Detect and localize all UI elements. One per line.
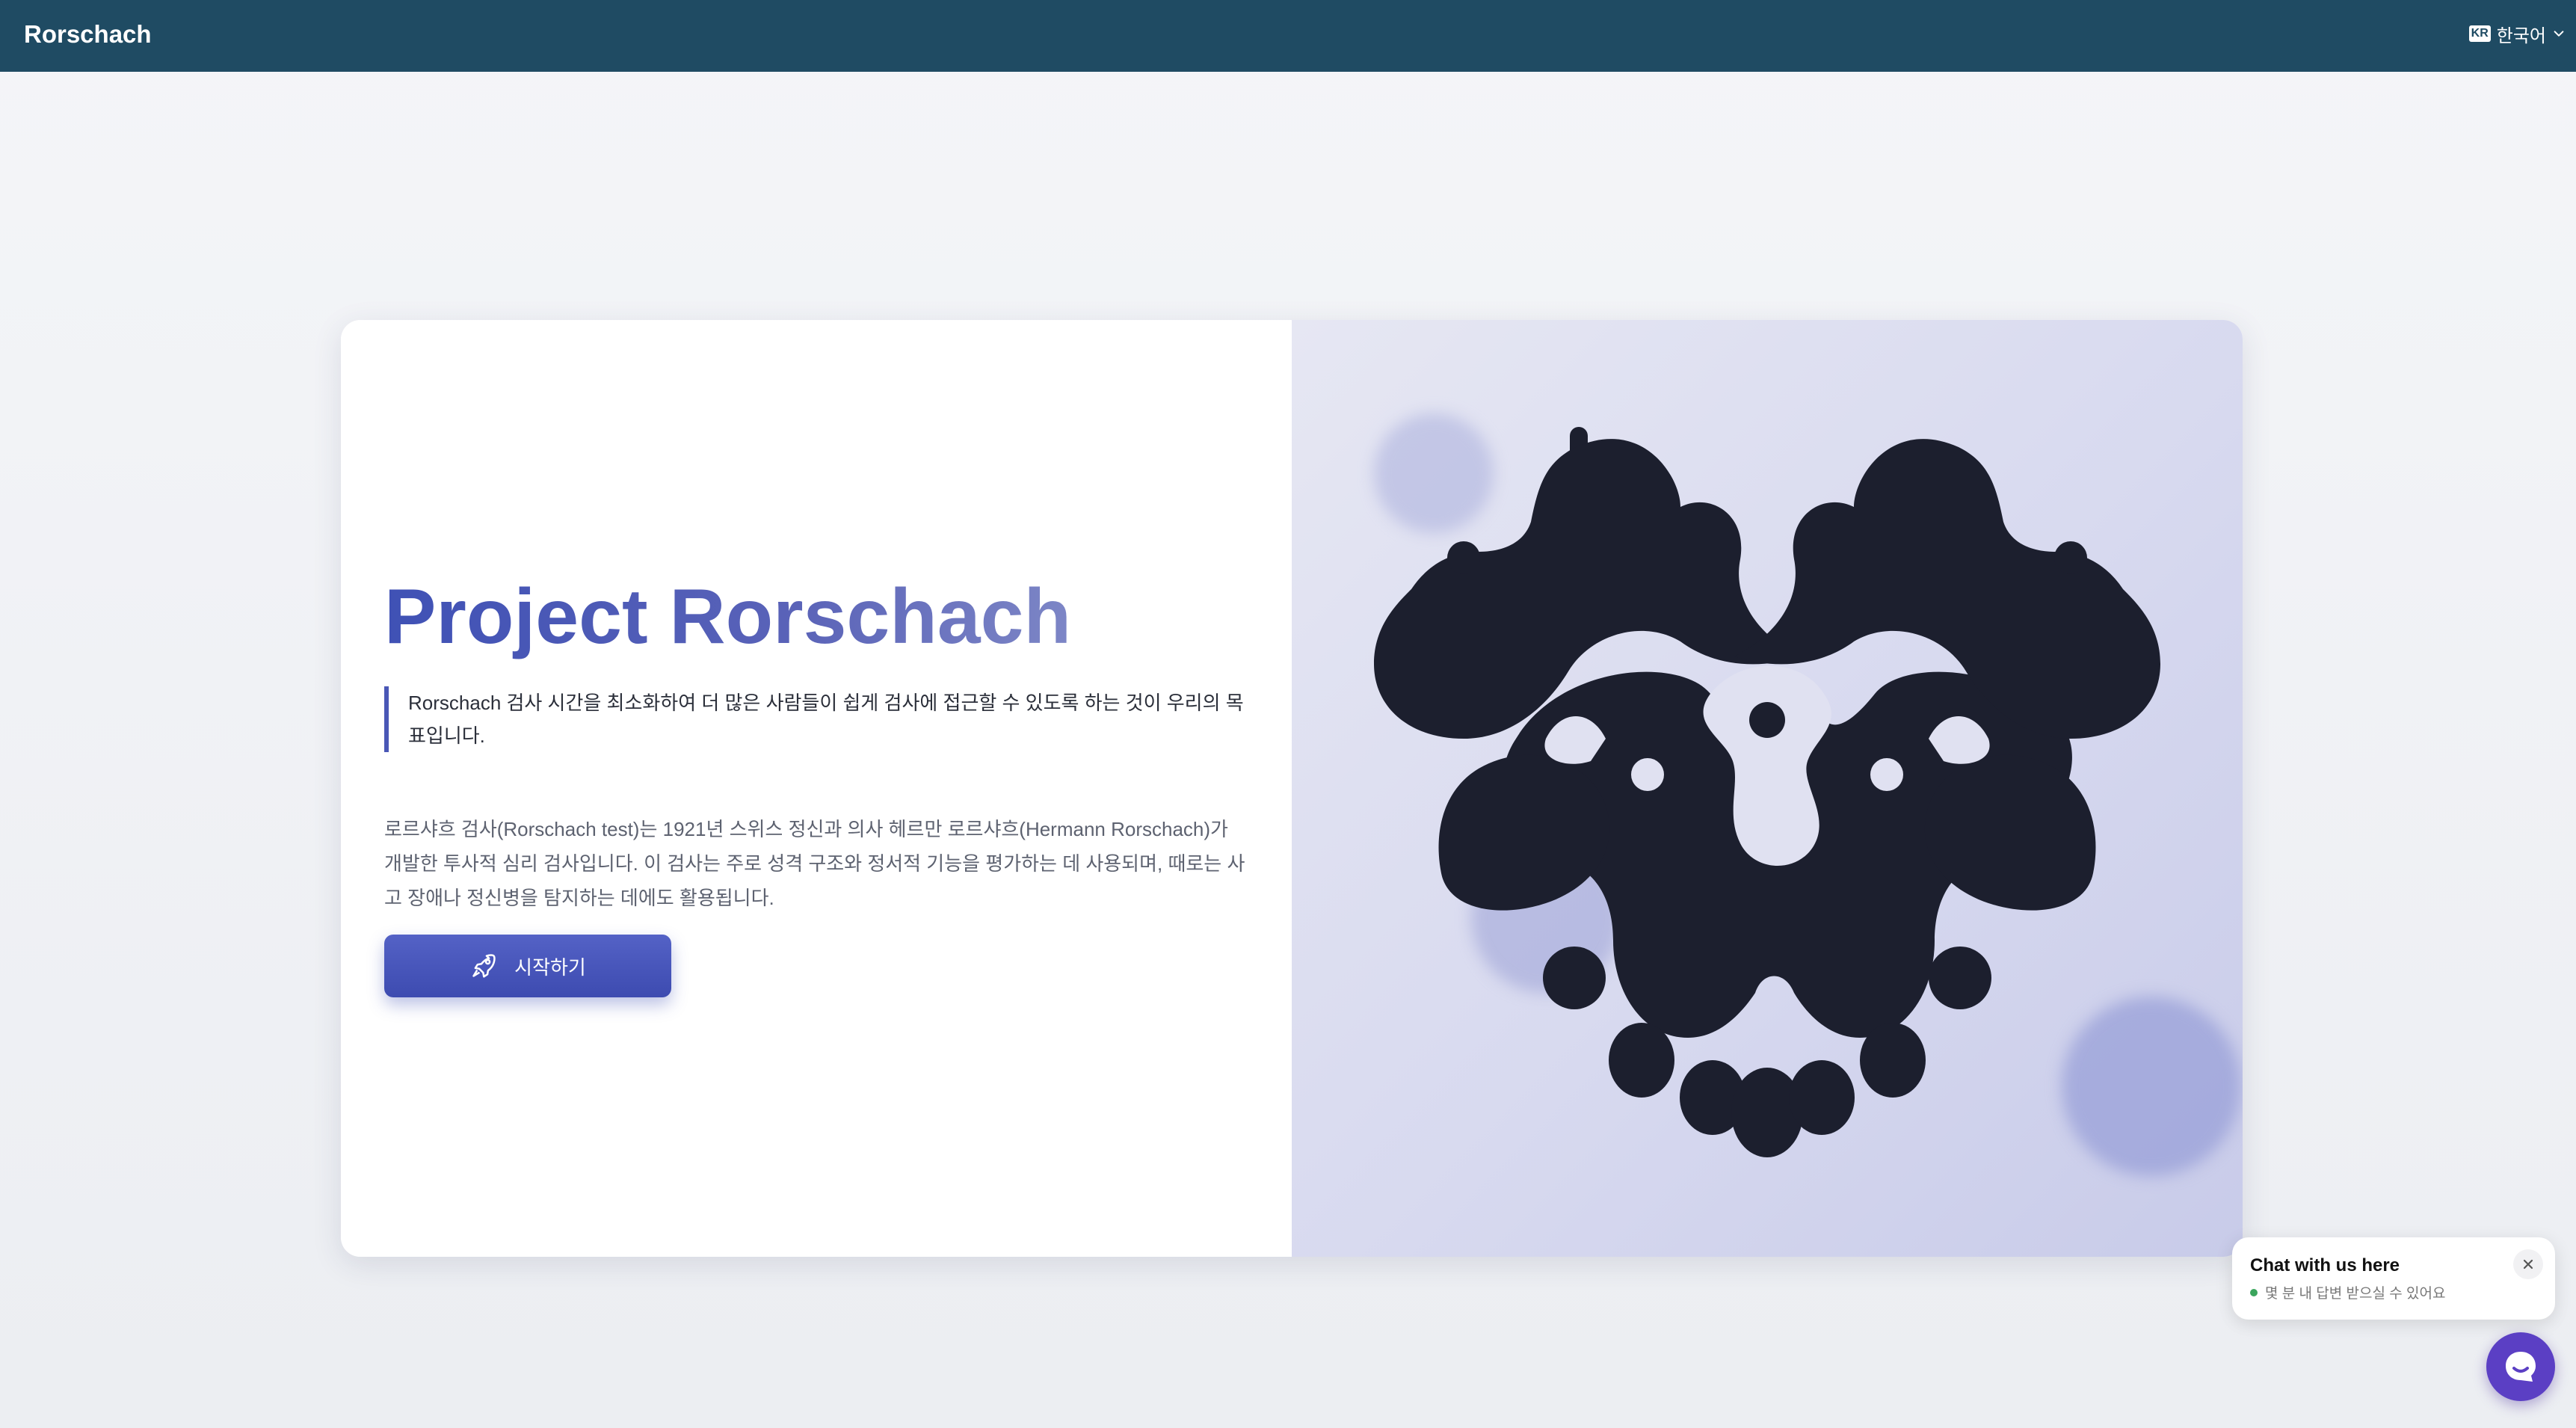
top-navbar: Rorschach KR 한국어 bbox=[0, 0, 2576, 72]
chat-close-button[interactable] bbox=[2513, 1249, 2543, 1279]
chat-popup[interactable]: Chat with us here 몇 분 내 답변 받으실 수 있어요 bbox=[2232, 1237, 2555, 1320]
page-title: Project Rorschach bbox=[384, 570, 1071, 664]
mission-quote: Rorschach 검사 시간을 최소화하여 더 많은 사람들이 쉽게 검사에 … bbox=[384, 686, 1245, 752]
brand-logo[interactable]: Rorschach bbox=[24, 0, 152, 72]
chat-subtitle: 몇 분 내 답변 받으실 수 있어요 bbox=[2250, 1282, 2445, 1302]
chat-bubble-icon bbox=[2506, 1352, 2536, 1382]
korea-flag-icon: KR bbox=[2468, 25, 2491, 42]
hero-text-panel: Project Rorschach Rorschach 검사 시간을 최소화하여… bbox=[341, 320, 1292, 1257]
language-selector[interactable]: KR 한국어 bbox=[2468, 18, 2566, 49]
language-label: 한국어 bbox=[2496, 25, 2546, 46]
illustration-panel bbox=[1292, 320, 2243, 1257]
start-button-label: 시작하기 bbox=[514, 955, 586, 979]
chat-subtitle-text: 몇 분 내 답변 받으실 수 있어요 bbox=[2265, 1286, 2446, 1302]
close-icon bbox=[2523, 1259, 2533, 1269]
chat-title: Chat with us here bbox=[2250, 1255, 2400, 1275]
hero-card: Project Rorschach Rorschach 검사 시간을 최소화하여… bbox=[341, 320, 2243, 1257]
start-button[interactable]: 시작하기 bbox=[384, 935, 671, 997]
test-description: 로르샤흐 검사(Rorschach test)는 1921년 스위스 정신과 의… bbox=[384, 818, 1245, 909]
chat-launcher-button[interactable] bbox=[2486, 1332, 2555, 1401]
online-status-dot bbox=[2250, 1288, 2258, 1296]
rocket-icon bbox=[472, 954, 496, 978]
inkblot-illustration bbox=[1374, 427, 2160, 1157]
chevron-down-icon bbox=[2554, 31, 2564, 37]
